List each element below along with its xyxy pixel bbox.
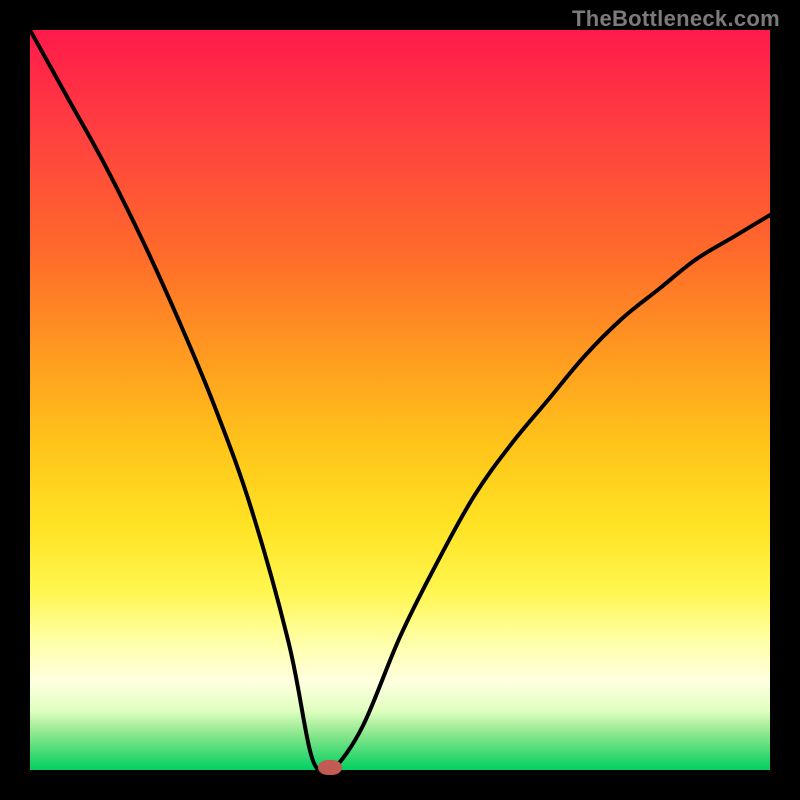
minimum-marker <box>318 760 342 775</box>
plot-area <box>30 30 770 770</box>
bottleneck-curve <box>30 30 770 770</box>
curve-path <box>30 30 770 774</box>
chart-frame: TheBottleneck.com <box>0 0 800 800</box>
watermark-text: TheBottleneck.com <box>572 6 780 32</box>
